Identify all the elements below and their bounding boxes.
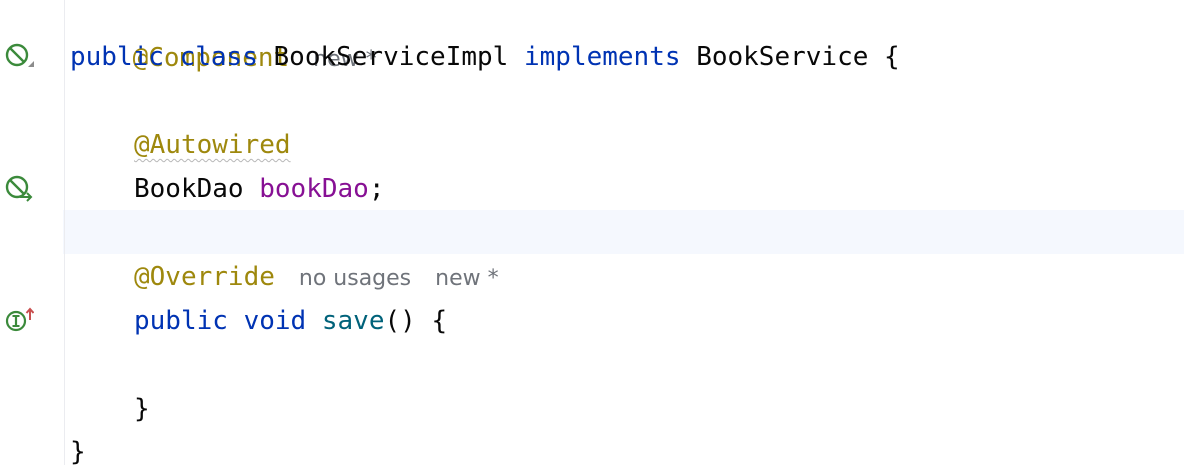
gutter-divider — [64, 0, 65, 465]
code-editor[interactable]: @Component new * public class BookService… — [0, 0, 1184, 467]
class-name: BookServiceImpl — [273, 42, 509, 72]
keyword-void: void — [243, 306, 307, 336]
field-name: bookDao — [259, 174, 369, 204]
method-name: save — [321, 306, 385, 336]
parens: () — [384, 306, 416, 336]
keyword-public: public — [70, 42, 164, 72]
field-type: BookDao — [134, 174, 244, 204]
keyword-class: class — [179, 42, 258, 72]
close-brace: } — [134, 394, 150, 424]
code-line-8[interactable]: public void save() { — [70, 299, 447, 343]
autowired-annotation: @Autowired — [134, 130, 291, 160]
code-line-11[interactable]: } — [70, 430, 86, 474]
open-brace: { — [884, 42, 900, 72]
override-annotation: @Override — [134, 262, 275, 292]
inlay-hint-usages[interactable]: no usages — [299, 266, 411, 291]
spring-bean-icon[interactable] — [4, 42, 34, 72]
code-line-4[interactable]: @Autowired — [70, 123, 291, 167]
keyword-public: public — [134, 306, 228, 336]
code-line-2[interactable]: public class BookServiceImpl implements … — [70, 35, 900, 79]
semicolon: ; — [368, 174, 385, 204]
inlay-hint-new[interactable]: new * — [435, 266, 498, 291]
interface-name: BookService — [696, 42, 869, 72]
spring-autowired-icon[interactable] — [4, 174, 34, 204]
open-brace: { — [431, 306, 448, 336]
code-line-7[interactable]: @Override no usages new * — [70, 255, 499, 299]
implements-method-icon[interactable] — [4, 306, 34, 336]
close-brace: } — [70, 437, 86, 467]
current-line-highlight — [0, 210, 1184, 254]
keyword-implements: implements — [523, 42, 681, 72]
code-line-1[interactable]: @Component new * — [70, 0, 377, 73]
code-line-5[interactable]: BookDao bookDao; — [70, 167, 384, 211]
code-line-10[interactable]: } — [70, 387, 150, 431]
